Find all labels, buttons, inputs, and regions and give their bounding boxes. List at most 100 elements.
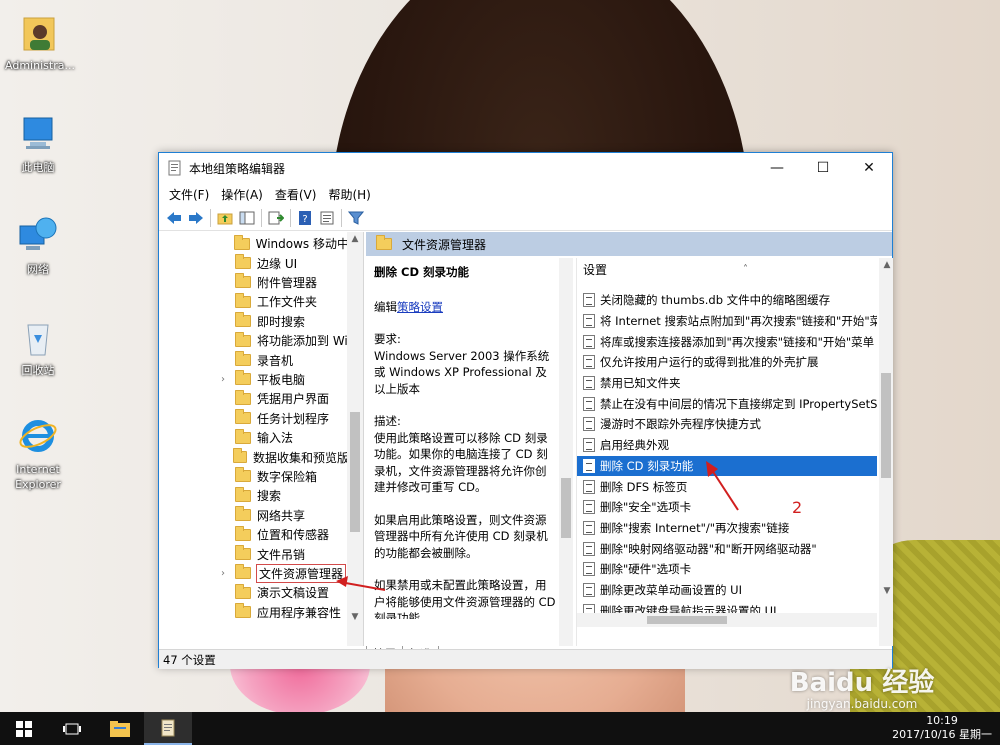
tree-item[interactable]: › 平板电脑 xyxy=(159,370,349,389)
back-button[interactable] xyxy=(163,207,185,229)
scroll-down-icon[interactable]: ▼ xyxy=(347,610,363,624)
tree-item[interactable]: 数据收集和预览版 xyxy=(159,447,349,466)
tree-item[interactable]: 工作文件夹 xyxy=(159,292,349,311)
export-list-button[interactable] xyxy=(265,207,287,229)
desktop-icon-administrator[interactable]: Administra... xyxy=(2,10,78,73)
start-button[interactable] xyxy=(0,712,48,745)
folder-icon xyxy=(235,564,251,580)
edit-policy-link[interactable]: 策略设置 xyxy=(397,300,443,314)
filter-button[interactable] xyxy=(345,207,367,229)
menu-bar: 文件(F) 操作(A) 查看(V) 帮助(H) xyxy=(159,183,892,205)
help-button[interactable]: ? xyxy=(294,207,316,229)
task-view-button[interactable] xyxy=(48,712,96,745)
tree-item[interactable]: 附件管理器 xyxy=(159,273,349,292)
list-item[interactable]: 关闭隐藏的 thumbs.db 文件中的缩略图缓存 xyxy=(577,290,877,311)
minimize-button[interactable]: — xyxy=(754,153,800,183)
list-scrollbar[interactable]: ▲ ▼ xyxy=(879,258,893,646)
tree-item[interactable]: 即时搜索 xyxy=(159,312,349,331)
description-scroll-thumb[interactable] xyxy=(561,478,571,538)
system-clock[interactable]: 10:19 2017/10/16 星期一 xyxy=(892,714,992,742)
menu-file[interactable]: 文件(F) xyxy=(163,186,215,203)
folder-icon xyxy=(235,525,251,541)
properties-button[interactable] xyxy=(316,207,338,229)
expand-chevron-icon[interactable]: › xyxy=(221,568,233,579)
list-item[interactable]: 启用经典外观 xyxy=(577,435,877,456)
folder-icon xyxy=(235,583,251,599)
policy-setting-icon xyxy=(583,458,595,473)
maximize-button[interactable]: ☐ xyxy=(800,153,846,183)
tree-item[interactable]: 数字保险箱 xyxy=(159,467,349,486)
edit-line: 编辑策略设置 xyxy=(374,299,556,316)
list-item[interactable]: 仅允许按用户运行的或得到批准的外壳扩展 xyxy=(577,352,877,373)
taskbar-policy-editor[interactable] xyxy=(144,712,192,745)
desktop-icon-internet-explorer[interactable]: Internet Explorer xyxy=(0,414,76,492)
tree-item[interactable]: 录音机 xyxy=(159,350,349,369)
up-folder-button[interactable] xyxy=(214,207,236,229)
taskbar-file-explorer[interactable] xyxy=(96,712,144,745)
forward-button[interactable] xyxy=(185,207,207,229)
expand-chevron-icon[interactable]: › xyxy=(221,374,233,385)
details-header-title: 文件资源管理器 xyxy=(402,237,487,252)
tree-item[interactable]: 演示文稿设置 xyxy=(159,583,349,602)
user-folder-icon xyxy=(23,17,55,51)
list-horizontal-scrollbar[interactable] xyxy=(577,613,877,627)
requirements-text: Windows Server 2003 操作系统或 Windows XP Pro… xyxy=(374,348,550,396)
list-item[interactable]: 删除"硬件"选项卡 xyxy=(577,559,877,580)
folder-icon xyxy=(235,506,251,522)
tree-item[interactable]: 位置和传感器 xyxy=(159,525,349,544)
show-hide-tree-button[interactable] xyxy=(236,207,258,229)
list-item[interactable]: 将 Internet 搜索站点附加到"再次搜索"链接和"开始"菜单 xyxy=(577,311,877,332)
list-scroll-thumb[interactable] xyxy=(881,373,891,478)
desktop-icon-network[interactable]: 网络 xyxy=(0,214,76,277)
up-folder-icon xyxy=(217,213,233,224)
folder-icon xyxy=(235,331,251,347)
tree-item[interactable]: 应用程序兼容性 xyxy=(159,603,349,622)
requirements-label: 要求: xyxy=(374,332,401,346)
policy-setting-icon xyxy=(583,293,595,308)
tree-item[interactable]: Windows 移动中 xyxy=(159,234,349,253)
scroll-up-icon[interactable]: ▲ xyxy=(879,258,895,272)
tree-item[interactable]: 搜索 xyxy=(159,486,349,505)
list-item[interactable]: 删除更改菜单动画设置的 UI xyxy=(577,580,877,601)
description-scrollbar[interactable] xyxy=(559,258,573,646)
list-item[interactable]: 禁用已知文件夹 xyxy=(577,373,877,394)
settings-list: 设置 ˄ 关闭隐藏的 thumbs.db 文件中的缩略图缓存 将 Interne… xyxy=(576,258,893,646)
list-item[interactable]: 删除"搜索 Internet"/"再次搜索"链接 xyxy=(577,518,877,539)
title-bar[interactable]: 本地组策略编辑器 — ☐ ✕ xyxy=(159,153,892,183)
desktop-icon-this-pc[interactable]: 此电脑 xyxy=(0,112,76,175)
list-item[interactable]: 删除"映射网络驱动器"和"断开网络驱动器" xyxy=(577,538,877,559)
tree-item[interactable]: 边缘 UI xyxy=(159,253,349,272)
folder-icon xyxy=(233,448,247,464)
folder-icon xyxy=(235,292,251,308)
list-item[interactable]: 禁止在没有中间层的情况下直接绑定到 IPropertySetStorage xyxy=(577,393,877,414)
taskbar: 10:19 2017/10/16 星期一 xyxy=(0,712,1000,745)
menu-view[interactable]: 查看(V) xyxy=(269,186,323,203)
baidu-watermark: Baidu 经验 jingyan.baidu.com xyxy=(789,668,935,711)
details-pane: 文件资源管理器 删除 CD 刻录功能 编辑策略设置 要求: Windows Se… xyxy=(366,232,893,646)
scroll-up-icon[interactable]: ▲ xyxy=(347,232,363,246)
column-header-setting[interactable]: 设置 xyxy=(577,258,892,278)
folder-icon xyxy=(235,486,251,502)
menu-help[interactable]: 帮助(H) xyxy=(322,186,376,203)
tree-item-file-explorer[interactable]: › 文件资源管理器 xyxy=(159,563,349,584)
policy-setting-icon xyxy=(583,479,595,494)
close-button[interactable]: ✕ xyxy=(846,153,892,183)
tree-item[interactable]: 凭据用户界面 xyxy=(159,389,349,408)
tree-item[interactable]: 文件吊销 xyxy=(159,544,349,563)
desktop-icon-recycle-bin[interactable]: 回收站 xyxy=(0,315,76,378)
menu-action[interactable]: 操作(A) xyxy=(215,186,269,203)
tree-item[interactable]: 将功能添加到 Wi xyxy=(159,331,349,350)
tree-item[interactable]: 网络共享 xyxy=(159,506,349,525)
toolbar-separator xyxy=(261,208,262,227)
list-item[interactable]: 将库或搜索连接器添加到"再次搜索"链接和"开始"菜单 xyxy=(577,331,877,352)
folder-icon xyxy=(235,428,251,444)
scroll-down-icon[interactable]: ▼ xyxy=(879,584,895,598)
tree-scroll-thumb[interactable] xyxy=(350,412,360,532)
ie-icon xyxy=(19,420,57,452)
tree-item[interactable]: 任务计划程序 xyxy=(159,409,349,428)
tree-item[interactable]: 输入法 xyxy=(159,428,349,447)
list-hscroll-thumb[interactable] xyxy=(647,616,727,624)
clock-time: 10:19 xyxy=(926,714,958,727)
policy-editor-app-icon xyxy=(168,160,181,176)
list-item[interactable]: 漫游时不跟踪外壳程序快捷方式 xyxy=(577,414,877,435)
